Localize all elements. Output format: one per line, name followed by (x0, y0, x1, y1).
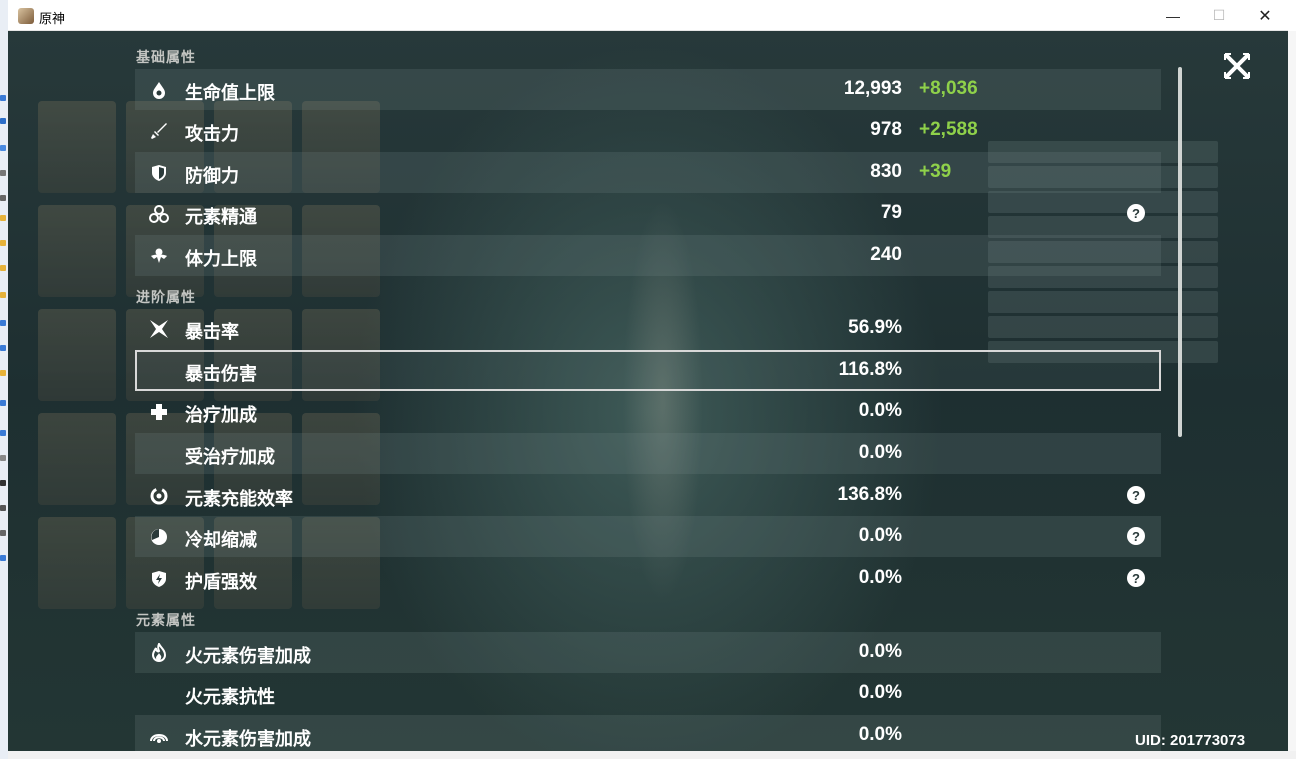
stat-name: 火元素伤害加成 (185, 646, 311, 666)
stat-row-atk[interactable]: 攻击力 978 +2,588 (135, 110, 1161, 151)
stat-row-pyro-dmg[interactable]: 火元素伤害加成 0.0% (135, 632, 1161, 673)
stat-name: 生命值上限 (185, 83, 275, 103)
healing-cross-icon (149, 402, 169, 422)
stat-bonus: +8,036 (919, 78, 978, 99)
minimize-button[interactable]: — (1150, 0, 1196, 31)
stat-value: 0.0% (858, 682, 902, 703)
stat-value: 12,993 (843, 78, 902, 99)
stat-name: 攻击力 (185, 124, 239, 144)
stat-value: 0.0% (858, 525, 902, 546)
desktop-edge-bottom (8, 751, 1296, 759)
stat-row-hydro-dmg[interactable]: 水元素伤害加成 0.0% (135, 715, 1161, 751)
stat-value: 0.0% (858, 442, 902, 463)
stat-value: 0.0% (858, 724, 902, 745)
stat-row-incoming-heal[interactable]: 受治疗加成 0.0% (135, 433, 1161, 474)
close-window-button[interactable]: ✕ (1242, 0, 1288, 31)
shield-icon (149, 163, 169, 183)
stat-value: 0.0% (858, 567, 902, 588)
help-icon[interactable]: ? (1127, 486, 1145, 504)
hydro-icon (149, 726, 169, 746)
stat-value: 0.0% (858, 641, 902, 662)
element-mastery-icon (149, 204, 169, 224)
stat-row-def[interactable]: 防御力 830 +39 (135, 152, 1161, 193)
stat-name: 防御力 (185, 166, 239, 186)
game-viewport: 基础属性 进阶属性 元素属性 生命值上限 12,993 +8,036 攻击力 9… (8, 31, 1288, 751)
pyro-icon (149, 643, 169, 663)
stat-name: 元素充能效率 (185, 489, 293, 509)
stat-value: 240 (870, 244, 902, 265)
app-icon (18, 8, 34, 24)
stat-name: 体力上限 (185, 249, 257, 269)
stat-name: 治疗加成 (185, 405, 257, 425)
stat-bonus: +2,588 (919, 119, 978, 140)
help-icon[interactable]: ? (1127, 569, 1145, 587)
stat-row-heal[interactable]: 治疗加成 0.0% (135, 391, 1161, 432)
stat-name: 水元素伤害加成 (185, 729, 311, 749)
window-title: 原神 (39, 11, 66, 26)
stat-row-shield[interactable]: 护盾强效 0.0% ? (135, 558, 1161, 599)
help-icon[interactable]: ? (1127, 527, 1145, 545)
stat-name: 元素精通 (185, 207, 257, 227)
stat-row-crit-dmg[interactable]: 暴击伤害 116.8% (135, 350, 1161, 391)
energy-recharge-icon (149, 486, 169, 506)
stat-row-er[interactable]: 元素充能效率 136.8% ? (135, 475, 1161, 516)
hp-drop-icon (149, 80, 169, 100)
shield-strength-icon (149, 569, 169, 589)
section-basic-label: 基础属性 (136, 49, 196, 65)
cooldown-icon (149, 527, 169, 547)
crit-rate-icon (149, 319, 169, 339)
stat-row-stamina[interactable]: 体力上限 240 (135, 235, 1161, 276)
stat-value: 0.0% (858, 400, 902, 421)
stat-row-cdr[interactable]: 冷却缩减 0.0% ? (135, 516, 1161, 557)
stat-value: 136.8% (837, 484, 902, 505)
stat-row-em[interactable]: 元素精通 79 ? (135, 193, 1161, 234)
stat-row-pyro-res[interactable]: 火元素抗性 0.0% (135, 673, 1161, 714)
desktop-edge-right (1288, 31, 1296, 751)
stat-name: 冷却缩减 (185, 530, 257, 550)
stat-value: 830 (870, 161, 902, 182)
stat-row-crit-rate[interactable]: 暴击率 56.9% (135, 308, 1161, 349)
close-icon[interactable] (1220, 49, 1254, 83)
stat-name: 暴击伤害 (185, 364, 257, 384)
maximize-button[interactable]: ☐ (1196, 0, 1242, 31)
section-elemental-label: 元素属性 (136, 612, 196, 628)
desktop-edge (0, 0, 8, 759)
stat-value: 56.9% (848, 317, 902, 338)
stat-bonus: +39 (919, 161, 952, 182)
scrollbar[interactable] (1178, 67, 1182, 437)
uid-label: UID: 201773073 (1135, 732, 1246, 749)
section-advanced-label: 进阶属性 (136, 289, 196, 305)
stat-row-hp[interactable]: 生命值上限 12,993 +8,036 (135, 69, 1161, 110)
window-titlebar: 原神 — ☐ ✕ (8, 0, 1288, 31)
sword-icon (149, 121, 169, 141)
stat-name: 受治疗加成 (185, 447, 275, 467)
stat-value: 978 (870, 119, 902, 140)
stamina-icon (149, 246, 169, 266)
stat-value: 116.8% (838, 359, 902, 380)
stat-name: 暴击率 (185, 322, 239, 342)
help-icon[interactable]: ? (1127, 204, 1145, 222)
stat-value: 79 (880, 202, 902, 223)
stat-name: 火元素抗性 (185, 687, 275, 707)
stat-name: 护盾强效 (185, 572, 257, 592)
